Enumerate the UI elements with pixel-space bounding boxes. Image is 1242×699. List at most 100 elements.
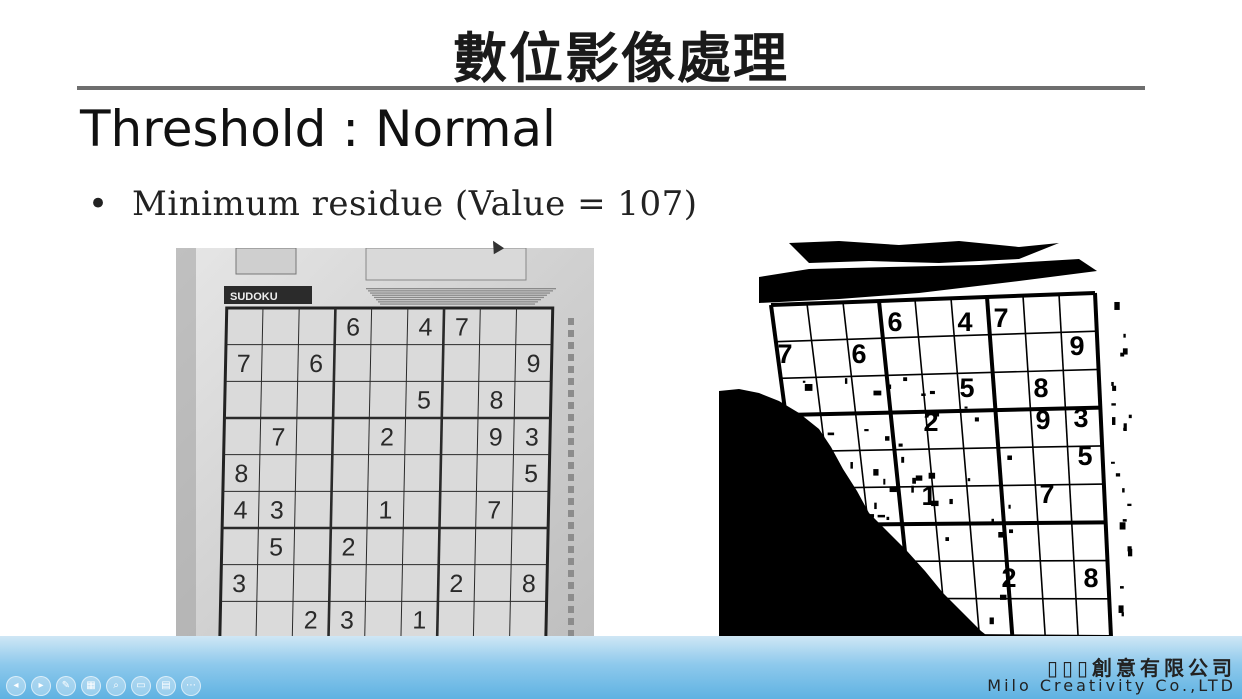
noise-speck bbox=[1122, 519, 1127, 522]
edge-text-mark bbox=[568, 594, 574, 601]
noise-speck bbox=[898, 443, 903, 447]
slides-overview-button[interactable]: ▦ bbox=[81, 676, 101, 696]
noise-speck bbox=[1127, 548, 1133, 557]
noise-speck bbox=[830, 462, 835, 466]
grid-border bbox=[218, 306, 555, 640]
noise-speck bbox=[873, 588, 878, 594]
noise-speck bbox=[930, 597, 935, 604]
instruction-text-line bbox=[378, 301, 538, 303]
pen-tool-button[interactable]: ✎ bbox=[56, 676, 76, 696]
sudoku-digit: 6 bbox=[346, 313, 360, 341]
sudoku-digit: 3 bbox=[270, 497, 284, 525]
original-sudoku-image: SUDOKU6 4 77 6 95 87 2 9 38 54 3 1 75 23 2 82 3 1 bbox=[176, 248, 594, 674]
edge-text-mark bbox=[568, 378, 574, 385]
bullet-text: Minimum residue (Value = 107) bbox=[132, 184, 698, 224]
sudoku-digit: 1 bbox=[412, 607, 426, 635]
noise-speck bbox=[771, 478, 778, 484]
noise-speck bbox=[887, 384, 892, 389]
result-digit: 5 bbox=[1077, 441, 1092, 471]
noise-speck bbox=[1123, 333, 1126, 338]
noise-speck bbox=[1128, 414, 1132, 419]
noise-speck bbox=[900, 628, 907, 635]
instruction-text-line bbox=[374, 296, 544, 299]
edge-text-mark bbox=[568, 426, 574, 433]
noise-speck bbox=[838, 606, 845, 611]
noise-speck bbox=[765, 411, 772, 417]
noise-speck bbox=[915, 475, 923, 481]
noise-speck bbox=[901, 456, 905, 463]
noise-speck bbox=[1119, 586, 1124, 589]
sudoku-digit: 7 bbox=[271, 423, 285, 451]
screen-button[interactable]: ▭ bbox=[131, 676, 151, 696]
noise-speck bbox=[811, 508, 815, 511]
noise-speck bbox=[1112, 417, 1116, 425]
noise-speck bbox=[1115, 473, 1121, 477]
noise-speck bbox=[803, 627, 808, 631]
sudoku-grid: 6 4 77 6 95 87 2 9 38 54 3 1 75 23 2 82 3 1 bbox=[218, 306, 555, 640]
more-options-button[interactable]: ⋯ bbox=[181, 676, 201, 696]
result-digit: 9 bbox=[1035, 405, 1050, 435]
noise-speck bbox=[779, 600, 782, 603]
sudoku-digit: 2 bbox=[341, 533, 355, 561]
noise-speck bbox=[877, 514, 886, 518]
noise-speck bbox=[772, 466, 778, 474]
edge-text-mark bbox=[568, 510, 574, 517]
noise-speck bbox=[1121, 612, 1124, 617]
noise-speck bbox=[949, 498, 953, 505]
noise-speck bbox=[791, 577, 799, 581]
sudoku-digit: 9 bbox=[526, 350, 540, 378]
noise-speck bbox=[850, 462, 853, 469]
noise-speck bbox=[883, 478, 886, 485]
noise-speck bbox=[864, 429, 869, 432]
sudoku-digit: 4 bbox=[233, 497, 248, 525]
result-digit: 9 bbox=[1069, 331, 1084, 361]
noise-speck bbox=[912, 477, 916, 484]
sudoku-digit: 5 bbox=[524, 460, 538, 488]
noise-speck bbox=[1112, 385, 1117, 391]
result-digit: 6 bbox=[851, 339, 866, 369]
sudoku-digit: 6 bbox=[309, 350, 323, 378]
noise-speck bbox=[806, 541, 811, 548]
sudoku-digit: 5 bbox=[269, 533, 283, 561]
sudoku-digit: 7 bbox=[487, 497, 501, 525]
magazine-clip bbox=[235, 248, 297, 275]
noise-speck bbox=[1007, 455, 1012, 460]
edge-text-mark bbox=[568, 318, 574, 325]
slide-heading: Threshold : Normal bbox=[80, 100, 556, 158]
sudoku-digit: 9 bbox=[488, 423, 502, 451]
slide-title: 數位影像處理 bbox=[453, 27, 789, 90]
noise-speck bbox=[1127, 503, 1132, 507]
sudoku-digit: 7 bbox=[455, 313, 469, 341]
edge-text-mark bbox=[568, 546, 574, 553]
noise-speck bbox=[886, 516, 890, 521]
presentation-slide: 數位影像處理 Threshold : Normal • Minimum resid… bbox=[0, 0, 1242, 699]
result-digit: 5 bbox=[959, 373, 974, 403]
noise-speck bbox=[1122, 488, 1125, 493]
subtitles-button[interactable]: ▤ bbox=[156, 676, 176, 696]
noise-speck bbox=[930, 411, 937, 414]
title-divider bbox=[77, 86, 1145, 90]
edge-text-mark bbox=[568, 474, 574, 481]
noise-speck bbox=[991, 518, 994, 522]
noise-speck bbox=[989, 617, 994, 625]
noise-speck bbox=[1008, 504, 1011, 509]
zoom-button[interactable]: ⌕ bbox=[106, 676, 126, 696]
noise-speck bbox=[974, 417, 979, 422]
company-name-english: Milo Creativity Co.,LTD bbox=[987, 676, 1236, 695]
noise-speck bbox=[814, 473, 822, 480]
bullet-dot-icon: • bbox=[88, 184, 109, 224]
instruction-text-line bbox=[376, 299, 541, 301]
edge-text-mark bbox=[568, 486, 574, 493]
noise-speck bbox=[1118, 605, 1124, 613]
noise-speck bbox=[790, 486, 799, 490]
next-slide-button[interactable]: ▸ bbox=[31, 676, 51, 696]
edge-text-mark bbox=[568, 354, 574, 361]
thresholded-sudoku-image: 6 4 77 6 95 82 9 351 72 8 bbox=[719, 241, 1136, 668]
sudoku-digit: 3 bbox=[340, 607, 354, 635]
prev-slide-button[interactable]: ◂ bbox=[6, 676, 26, 696]
result-digit: 7 bbox=[1039, 479, 1054, 509]
result-digit: 7 bbox=[993, 303, 1008, 333]
edge-text-mark bbox=[568, 390, 574, 397]
sudoku-digit: 3 bbox=[525, 423, 539, 451]
magazine-clip bbox=[365, 248, 527, 281]
